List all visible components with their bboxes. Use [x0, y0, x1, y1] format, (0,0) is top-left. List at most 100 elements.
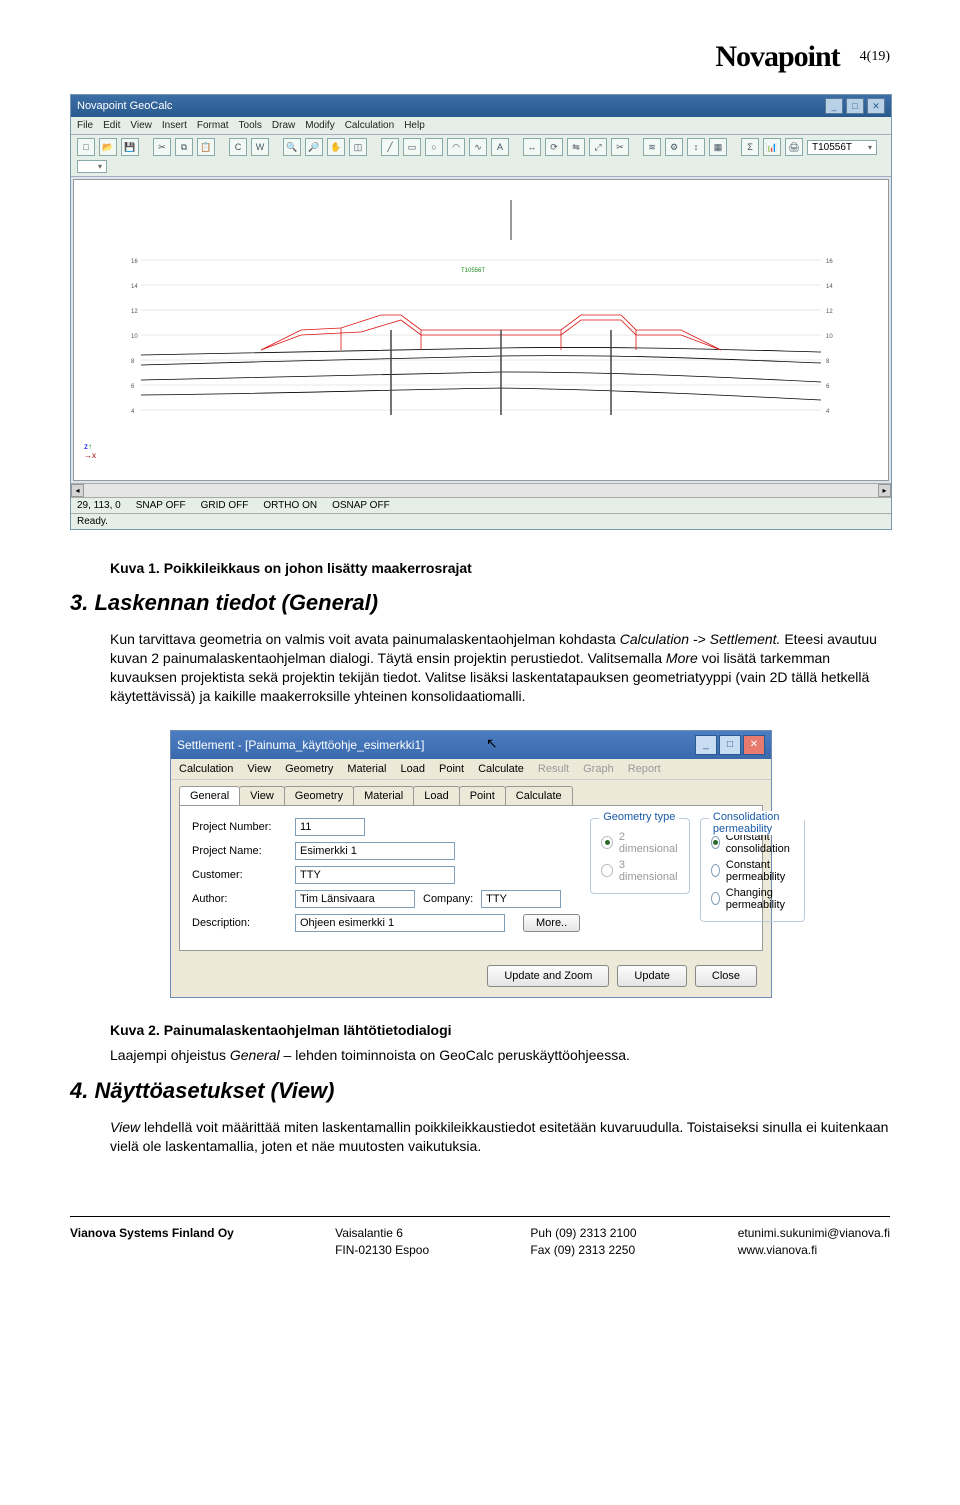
copy-icon[interactable]: ⧉: [175, 138, 193, 156]
new-icon[interactable]: □: [77, 138, 95, 156]
move-icon[interactable]: ↔: [523, 138, 541, 156]
dim-icon[interactable]: ↕: [687, 138, 705, 156]
geometry-type-group: Geometry type 2 dimensional 3 dimensiona…: [590, 818, 690, 894]
spline-icon[interactable]: ∿: [469, 138, 487, 156]
menu-file[interactable]: File: [77, 120, 93, 131]
menu-format[interactable]: Format: [197, 120, 229, 131]
dmenu-view[interactable]: View: [247, 763, 271, 775]
radio-changing-permeability[interactable]: Changing permeability: [711, 887, 794, 911]
svg-text:10: 10: [826, 334, 833, 340]
scroll-left-icon[interactable]: ◂: [71, 484, 84, 497]
prop-icon[interactable]: ⚙: [665, 138, 683, 156]
tab-view[interactable]: View: [239, 786, 285, 805]
input-company[interactable]: [481, 890, 561, 908]
input-projname[interactable]: [295, 842, 455, 860]
svg-text:12: 12: [826, 309, 833, 315]
input-customer[interactable]: [295, 866, 455, 884]
maximize-icon[interactable]: □: [846, 98, 864, 114]
input-author[interactable]: [295, 890, 415, 908]
svg-text:6: 6: [131, 384, 135, 390]
minimize-icon[interactable]: _: [825, 98, 843, 114]
open-icon[interactable]: 📂: [99, 138, 117, 156]
calc-icon[interactable]: Σ: [741, 138, 759, 156]
layer-icon[interactable]: ≋: [643, 138, 661, 156]
heading-view: 4. Näyttöasetukset (View): [70, 1078, 890, 1104]
scale-icon[interactable]: ⤢: [589, 138, 607, 156]
radio-constant-permeability[interactable]: Constant permeability: [711, 859, 794, 883]
dialog-close-icon[interactable]: ✕: [743, 735, 765, 755]
layer-combo[interactable]: T10556T: [807, 140, 877, 155]
dmenu-geometry[interactable]: Geometry: [285, 763, 333, 775]
horizontal-scrollbar[interactable]: ◂ ▸: [71, 483, 891, 497]
dialog-button-row: Update and Zoom Update Close: [171, 959, 771, 997]
input-description[interactable]: [295, 914, 505, 932]
tool-c-icon[interactable]: C: [229, 138, 247, 156]
menu-modify[interactable]: Modify: [305, 120, 334, 131]
drawing-canvas[interactable]: 16 14 12 10 8 6 4 16 14 12 10 8 6 4 T105…: [73, 179, 889, 481]
zoom-in-icon[interactable]: 🔍: [283, 138, 301, 156]
more-button[interactable]: More..: [523, 914, 580, 932]
svg-text:4: 4: [131, 409, 135, 415]
mirror-icon[interactable]: ⇋: [567, 138, 585, 156]
menu-tools[interactable]: Tools: [239, 120, 262, 131]
tab-geometry[interactable]: Geometry: [284, 786, 354, 805]
update-button[interactable]: Update: [617, 965, 686, 987]
osnap-toggle[interactable]: OSNAP OFF: [332, 500, 390, 511]
geocalc-window: Novapoint GeoCalc _ □ ✕ File Edit View I…: [70, 94, 892, 530]
figure-1-caption: Kuva 1. Poikkileikkaus on johon lisätty …: [110, 560, 890, 576]
dmenu-load[interactable]: Load: [401, 763, 425, 775]
menu-calculation[interactable]: Calculation: [345, 120, 394, 131]
menu-insert[interactable]: Insert: [162, 120, 187, 131]
input-projnum[interactable]: [295, 818, 365, 836]
snap-toggle[interactable]: SNAP OFF: [136, 500, 186, 511]
dialog-title: Settlement - [Painuma_käyttöohje_esimerk…: [177, 738, 424, 752]
dialog-minimize-icon[interactable]: _: [695, 735, 717, 755]
paste-icon[interactable]: 📋: [197, 138, 215, 156]
trim-icon[interactable]: ✂: [611, 138, 629, 156]
tab-general[interactable]: General: [179, 786, 240, 805]
dmenu-graph: Graph: [583, 763, 614, 775]
statusbar: 29, 113, 0 SNAP OFF GRID OFF ORTHO ON OS…: [71, 497, 891, 513]
svg-text:8: 8: [826, 359, 830, 365]
dmenu-calculate[interactable]: Calculate: [478, 763, 524, 775]
radio-3d: 3 dimensional: [601, 859, 679, 883]
scroll-right-icon[interactable]: ▸: [878, 484, 891, 497]
dmenu-material[interactable]: Material: [347, 763, 386, 775]
tool-w-icon[interactable]: W: [251, 138, 269, 156]
ortho-toggle[interactable]: ORTHO ON: [263, 500, 317, 511]
menu-view[interactable]: View: [130, 120, 152, 131]
command-line[interactable]: Ready.: [71, 513, 891, 529]
combo-2[interactable]: [77, 160, 107, 173]
chart-icon[interactable]: 📊: [763, 138, 781, 156]
update-zoom-button[interactable]: Update and Zoom: [487, 965, 609, 987]
svg-text:12: 12: [131, 309, 138, 315]
zoom-out-icon[interactable]: 🔎: [305, 138, 323, 156]
dmenu-point[interactable]: Point: [439, 763, 464, 775]
arc-icon[interactable]: ◠: [447, 138, 465, 156]
tab-load[interactable]: Load: [413, 786, 459, 805]
line-icon[interactable]: ╱: [381, 138, 399, 156]
rotate-icon[interactable]: ⟳: [545, 138, 563, 156]
text-icon[interactable]: A: [491, 138, 509, 156]
dmenu-calculation[interactable]: Calculation: [179, 763, 233, 775]
view-3d-icon[interactable]: ◫: [349, 138, 367, 156]
tab-point[interactable]: Point: [459, 786, 506, 805]
menu-draw[interactable]: Draw: [272, 120, 295, 131]
coords-readout: 29, 113, 0: [77, 500, 121, 511]
dialog-maximize-icon[interactable]: □: [719, 735, 741, 755]
menu-help[interactable]: Help: [404, 120, 425, 131]
label-projnum: Project Number:: [192, 821, 287, 833]
grid-toggle[interactable]: GRID OFF: [201, 500, 249, 511]
hatch-icon[interactable]: ▦: [709, 138, 727, 156]
pan-icon[interactable]: ✋: [327, 138, 345, 156]
tab-material[interactable]: Material: [353, 786, 414, 805]
close-button[interactable]: Close: [695, 965, 757, 987]
tab-calculate[interactable]: Calculate: [505, 786, 573, 805]
rect-icon[interactable]: ▭: [403, 138, 421, 156]
menu-edit[interactable]: Edit: [103, 120, 120, 131]
close-icon[interactable]: ✕: [867, 98, 885, 114]
cut-icon[interactable]: ✂: [153, 138, 171, 156]
circle-icon[interactable]: ○: [425, 138, 443, 156]
save-icon[interactable]: 💾: [121, 138, 139, 156]
print-icon[interactable]: 🖨: [785, 138, 803, 156]
